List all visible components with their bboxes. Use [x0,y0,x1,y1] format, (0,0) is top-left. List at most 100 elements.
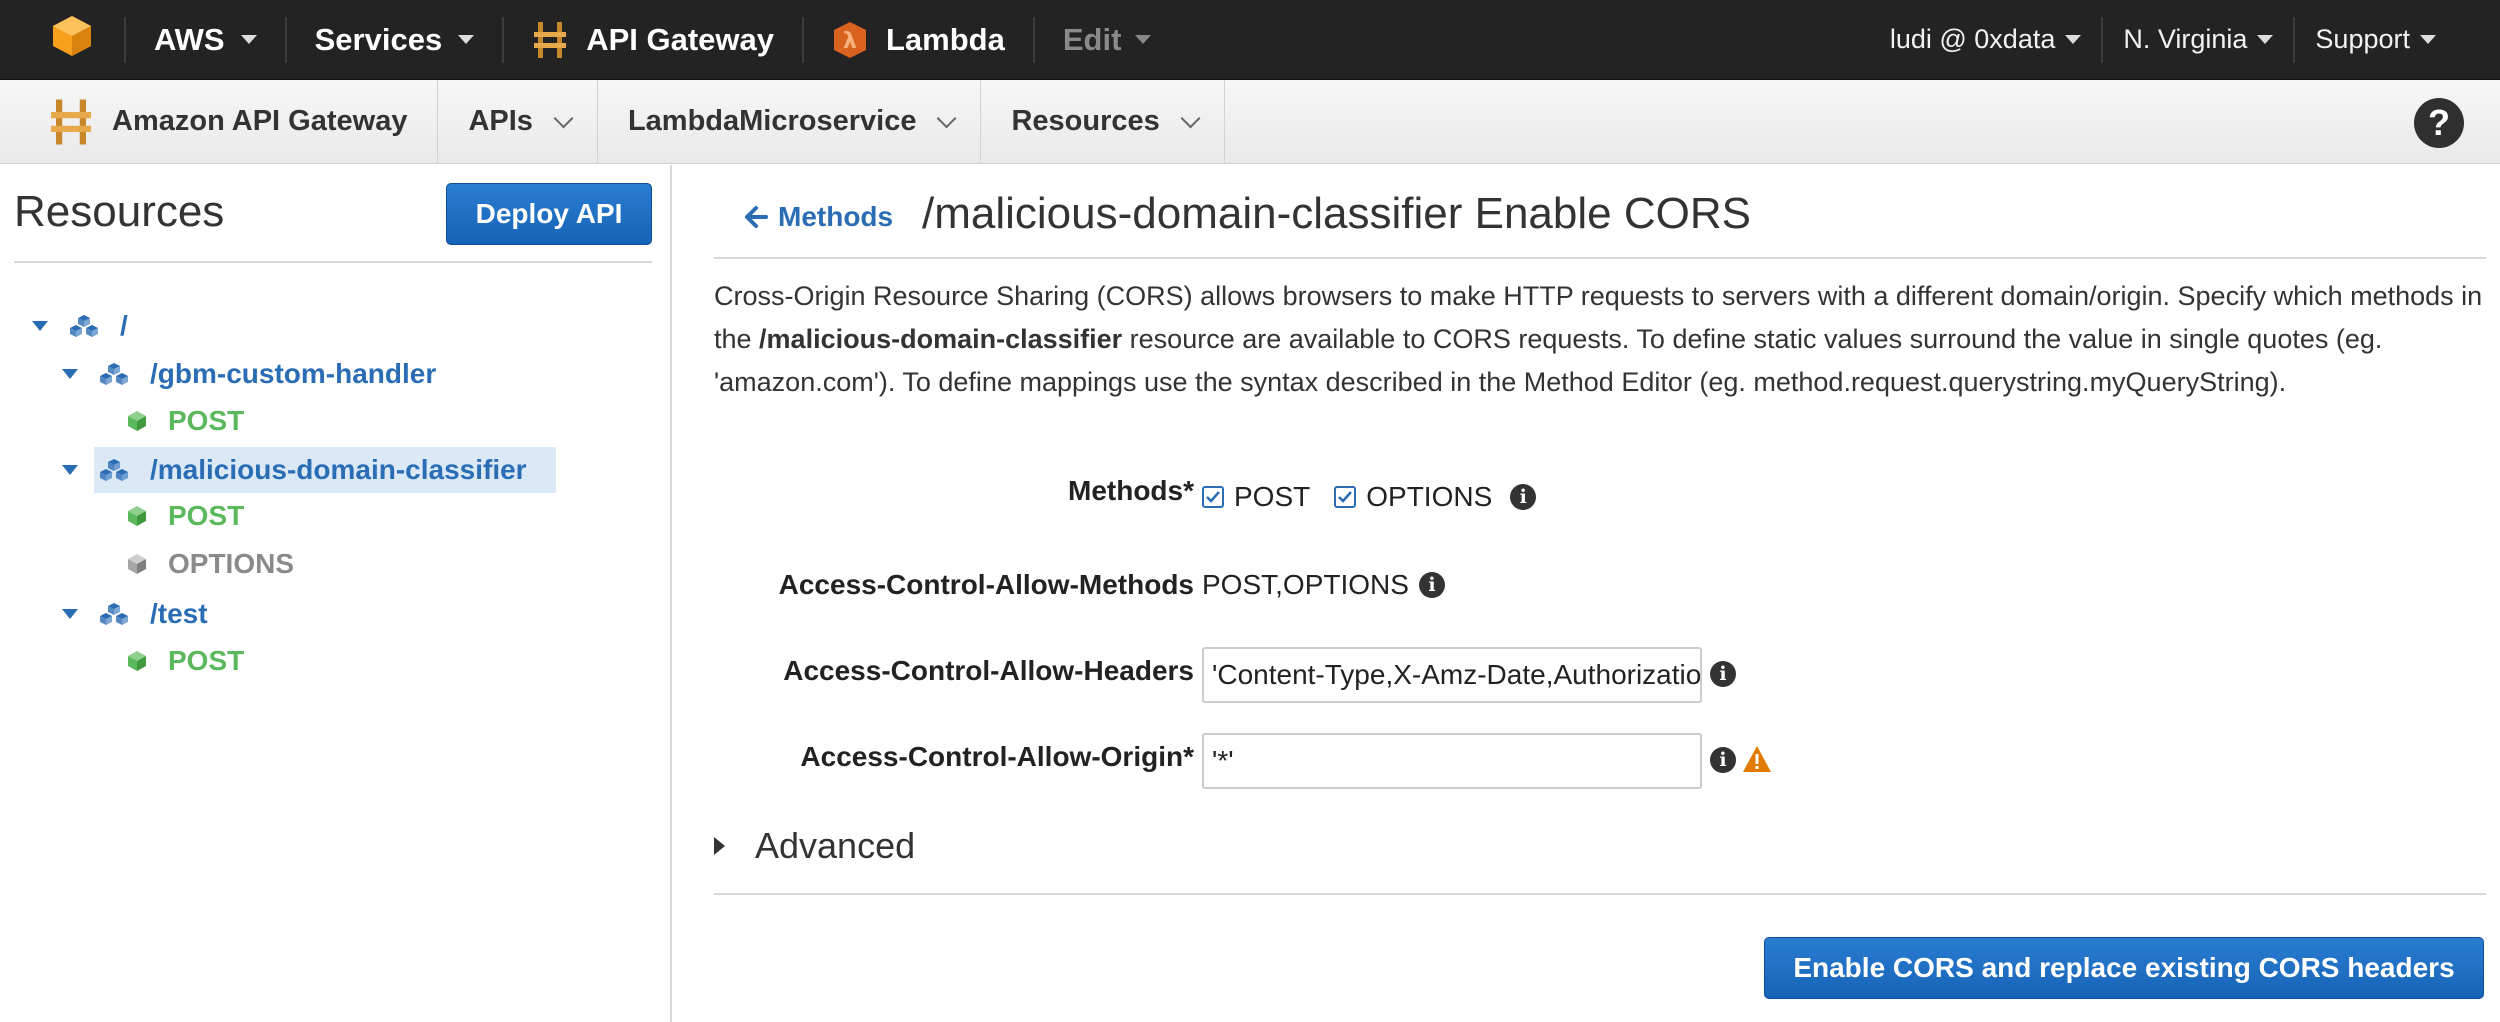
service-nav-bar: Amazon API Gateway APIs LambdaMicroservi… [0,80,2500,164]
api-selector-label: LambdaMicroservice [627,105,917,137]
resource-path: /test [150,598,208,629]
support-menu-label: Support [2315,24,2410,54]
api-gateway-home-link[interactable]: Amazon API Gateway [0,80,439,163]
divider [714,893,2486,895]
help-icon[interactable]: ? [2414,98,2464,148]
expand-caret-icon[interactable] [62,465,78,475]
chevron-down-icon [1135,35,1152,44]
edit-menu[interactable]: Edit [1035,0,1180,80]
chevron-down-icon [458,35,475,44]
api-gateway-shortcut[interactable]: API Gateway [504,0,802,80]
tree-resource-test[interactable]: /test [62,591,208,637]
info-icon[interactable]: i [1710,661,1736,687]
access-control-allow-methods-label: Access-Control-Allow-Methods [778,569,1194,600]
api-gateway-icon [48,97,94,147]
method-cube-icon [126,650,148,672]
methods-checkboxes: POST OPTIONS i [1202,479,1537,515]
chevron-down-icon [2257,35,2274,44]
info-icon[interactable]: i [1510,484,1537,510]
region-menu-label: N. Virginia [2123,24,2248,54]
tree-method-options[interactable]: OPTIONS [126,541,294,587]
apis-menu-label: APIs [468,105,533,137]
allow-origin-input[interactable]: '*' [1202,733,1702,789]
advanced-label: Advanced [755,825,916,866]
chevron-down-icon [2065,35,2082,44]
options-checkbox[interactable] [1334,486,1357,508]
access-control-allow-origin-label: Access-Control-Allow-Origin* [800,741,1194,772]
aws-menu-label: AWS [154,21,225,57]
region-menu[interactable]: N. Virginia [2103,24,2293,55]
advanced-toggle[interactable]: Advanced [714,825,915,867]
resources-panel: Resources Deploy API / /gbm-custom-handl… [0,165,672,1022]
info-icon[interactable]: i [1418,572,1445,598]
info-icon[interactable]: i [1710,747,1736,773]
post-checkbox[interactable] [1202,486,1224,508]
user-menu-label: ludi @ 0xdata [1889,24,2056,54]
options-checkbox-label: OPTIONS [1366,481,1493,512]
method-label: POST [168,500,245,531]
resource-path: /gbm-custom-handler [150,358,437,389]
apis-menu[interactable]: APIs [438,80,598,163]
tree-resource-malicious-domain-classifier[interactable]: /malicious-domain-classifier [62,447,527,493]
tree-method-post[interactable]: POST [126,638,244,684]
cors-description: Cross-Origin Resource Sharing (CORS) all… [714,275,2500,404]
chevron-down-icon [553,108,574,128]
resource-icon [98,602,130,626]
top-nav-bar: AWS Services API Gateway λ Lambda Edit l… [0,0,2500,80]
back-to-methods-link[interactable]: Methods [744,201,893,233]
arrow-left-icon [744,205,768,229]
tree-resource-gbm-custom-handler[interactable]: /gbm-custom-handler [62,351,436,397]
tree-resource-root[interactable]: / [32,303,128,349]
resource-icon [98,362,130,386]
warning-icon[interactable] [1742,745,1772,773]
methods-label: Methods* [1068,475,1194,506]
resource-path: / [120,310,128,341]
method-label: POST [168,645,245,676]
api-gateway-label: API Gateway [586,21,774,57]
resource-icon [98,458,130,482]
resources-menu[interactable]: Resources [981,80,1225,163]
aws-menu[interactable]: AWS [126,0,285,80]
api-gateway-icon [532,20,568,60]
brand-label: Amazon API Gateway [112,105,408,137]
svg-text:λ: λ [843,29,857,54]
lambda-label: Lambda [886,21,1005,57]
expand-caret-icon[interactable] [32,321,48,331]
enable-cors-button[interactable]: Enable CORS and replace existing CORS he… [1764,937,2484,999]
lambda-shortcut[interactable]: λ Lambda [804,0,1033,80]
post-checkbox-label: POST [1234,481,1311,512]
support-menu[interactable]: Support [2295,24,2500,55]
expand-caret-icon[interactable] [62,609,78,619]
resource-path: /malicious-domain-classifier [150,454,527,485]
chevron-down-icon [937,108,957,128]
aws-logo[interactable] [0,0,124,80]
chevron-down-icon [240,35,257,44]
deploy-api-button[interactable]: Deploy API [446,183,652,245]
resources-menu-label: Resources [1011,105,1160,137]
chevron-down-icon [1180,108,1201,128]
resource-icon [68,314,100,338]
access-control-allow-headers-label: Access-Control-Allow-Headers [783,655,1194,686]
expand-caret-icon[interactable] [62,369,78,379]
method-cube-icon [126,553,148,575]
resources-heading: Resources [14,187,225,236]
tree-method-post[interactable]: POST [126,398,244,444]
lambda-icon: λ [832,20,868,60]
divider [714,257,2486,259]
access-control-allow-methods-value: POST,OPTIONS i [1202,567,1445,603]
services-menu[interactable]: Services [287,0,503,80]
method-label: POST [168,405,245,436]
allow-headers-input[interactable]: 'Content-Type,X-Amz-Date,Authorization,X… [1202,647,1702,703]
edit-menu-label: Edit [1062,21,1122,57]
user-menu[interactable]: ludi @ 0xdata [1870,24,2102,55]
method-cube-icon [126,505,148,527]
enable-cors-panel: Methods /malicious-domain-classifier Ena… [674,165,2500,1022]
method-cube-icon [126,410,148,432]
account-area: ludi @ 0xdata N. Virginia Support [1870,0,2500,80]
services-menu-label: Services [314,21,443,57]
expand-right-icon [714,837,725,855]
api-selector[interactable]: LambdaMicroservice [598,80,982,163]
aws-cube-icon [50,14,94,66]
method-label: OPTIONS [168,548,295,579]
tree-method-post[interactable]: POST [126,493,244,539]
